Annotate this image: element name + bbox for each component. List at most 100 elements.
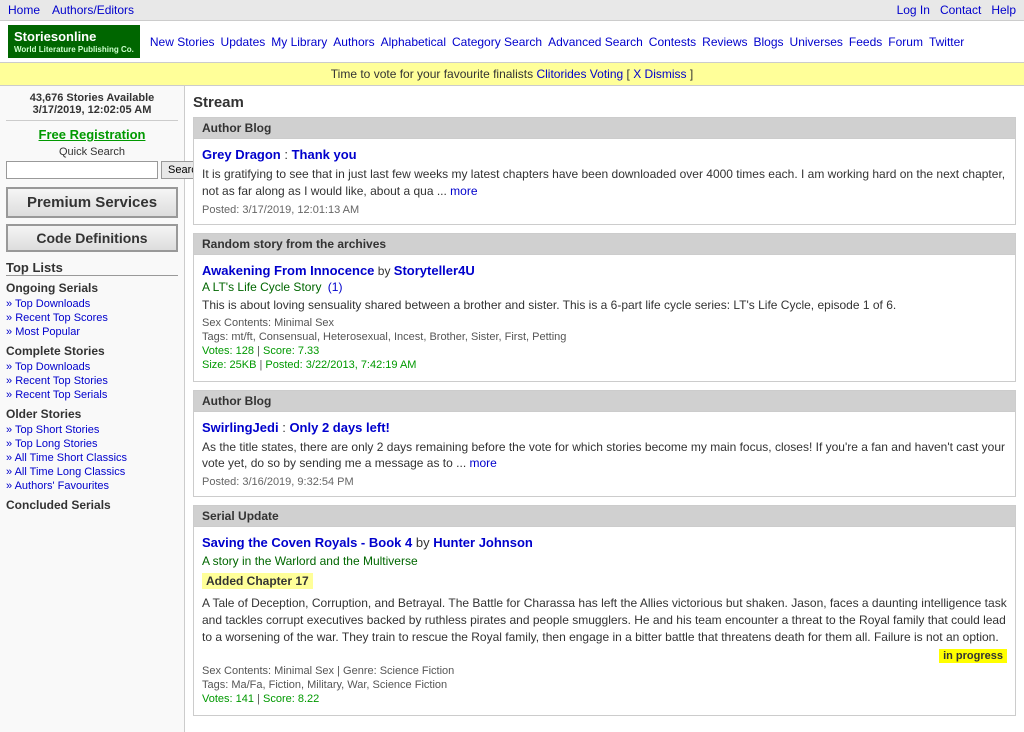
random-story-title-link[interactable]: Awakening From Innocence [202,263,374,278]
random-story-tags: Tags: mt/ft, Consensual, Heterosexual, I… [202,331,1007,343]
nav-reviews[interactable]: Reviews [702,35,747,49]
older-all-time-short[interactable]: All Time Short Classics [6,451,178,465]
complete-recent-top-stories[interactable]: Recent Top Stories [6,374,178,388]
stories-date: 3/17/2019, 12:02:05 AM [6,104,178,116]
code-definitions-button[interactable]: Code Definitions [6,224,178,252]
nav-new-stories[interactable]: New Stories [150,35,215,49]
nav-blogs[interactable]: Blogs [754,35,784,49]
ongoing-most-popular[interactable]: Most Popular [6,325,178,339]
home-link[interactable]: Home [8,3,40,17]
serial-update-header: Serial Update [194,506,1015,527]
ongoing-serials-label: Ongoing Serials [6,281,178,295]
random-story-badge: (1) [328,280,343,294]
sidebar-stats: 43,676 Stories Available 3/17/2019, 12:0… [6,92,178,121]
login-link[interactable]: Log In [897,3,930,17]
clitorides-voting-link[interactable]: Clitorides Voting [536,67,623,81]
random-story-by: by [378,264,394,278]
main-nav: New Stories Updates My Library Authors A… [150,35,1016,49]
author-blog-header-2: Author Blog [194,391,1015,412]
blog-post-link-1[interactable]: Thank you [292,147,357,162]
blog-date-1: Posted: 3/17/2019, 12:01:13 AM [202,204,1007,216]
serial-by: by [416,535,433,550]
announcement-banner: Time to vote for your favourite finalist… [0,63,1024,86]
help-link[interactable]: Help [991,3,1016,17]
nav-twitter[interactable]: Twitter [929,35,964,49]
serial-sex-contents: Sex Contents: Minimal Sex | Genre: Scien… [202,665,1007,677]
random-story-votes-score: Votes: 128 | Score: 7.33 [202,345,1007,357]
blog-more-link-1[interactable]: more [450,184,477,198]
serial-votes-score: Votes: 141 | Score: 8.22 [202,693,1007,705]
nav-feeds[interactable]: Feeds [849,35,882,49]
logo-bar: Storiesonline World Literature Publishin… [0,21,1024,63]
contact-link[interactable]: Contact [940,3,981,17]
serial-update-title-row: Saving the Coven Royals - Book 4 by Hunt… [202,535,1007,550]
serial-update-card: Serial Update Saving the Coven Royals - … [193,505,1016,715]
serial-added-chapter: Added Chapter 17 [202,570,1007,592]
blog-more-link-2[interactable]: more [470,456,497,470]
main-content: Stream Author Blog Grey Dragon : Thank y… [185,86,1024,731]
ongoing-top-downloads[interactable]: Top Downloads [6,297,178,311]
serial-tags: Tags: Ma/Fa, Fiction, Military, War, Sci… [202,679,1007,691]
author-blog-card-2: Author Blog SwirlingJedi : Only 2 days l… [193,390,1016,498]
banner-text: Time to vote for your favourite finalist… [331,67,533,81]
older-top-short[interactable]: Top Short Stories [6,423,178,437]
authors-editors-link[interactable]: Authors/Editors [52,3,134,17]
older-authors-favourites[interactable]: Authors' Favourites [6,479,178,493]
random-story-desc: This is about loving sensuality shared b… [202,297,1007,314]
nav-forum[interactable]: Forum [888,35,923,49]
serial-subtitle: A story in the Warlord and the Multivers… [202,554,1007,568]
random-story-card: Random story from the archives Awakening… [193,233,1016,382]
sidebar: 43,676 Stories Available 3/17/2019, 12:0… [0,86,185,731]
dismiss-link[interactable]: X Dismiss [633,67,686,81]
author-name-link-1[interactable]: Grey Dragon [202,147,281,162]
blog-post-link-2[interactable]: Only 2 days left! [289,420,389,435]
serial-subtitle-link[interactable]: A story in the Warlord and the Multivers… [202,554,418,568]
nav-alphabetical[interactable]: Alphabetical [381,35,446,49]
nav-updates[interactable]: Updates [221,35,266,49]
author-name-link-2[interactable]: SwirlingJedi [202,420,279,435]
author-separator-1: : [284,147,291,162]
added-chapter-badge: Added Chapter 17 [202,573,313,589]
blog-text-2: As the title states, there are only 2 da… [202,439,1007,473]
top-nav: Home Authors/Editors Log In Contact Help [0,0,1024,21]
complete-recent-top-serials[interactable]: Recent Top Serials [6,388,178,402]
free-registration-link[interactable]: Free Registration [6,127,178,142]
logo: Storiesonline World Literature Publishin… [8,25,140,58]
older-top-long[interactable]: Top Long Stories [6,437,178,451]
nav-advanced-search[interactable]: Advanced Search [548,35,643,49]
random-story-subtitle-link[interactable]: A LT's Life Cycle Story [202,280,321,294]
random-story-sex-contents: Sex Contents: Minimal Sex [202,317,1007,329]
author-blog-title-1: Grey Dragon : Thank you [202,147,1007,162]
complete-top-downloads[interactable]: Top Downloads [6,360,178,374]
in-progress-badge: in progress [939,649,1007,663]
author-blog-title-2: SwirlingJedi : Only 2 days left! [202,420,1007,435]
complete-stories-label: Complete Stories [6,344,178,358]
tagline: World Literature Publishing Co. [14,45,134,55]
site-name: Storiesonline [14,29,134,45]
random-story-size-posted: Size: 25KB | Posted: 3/22/2013, 7:42:19 … [202,359,1007,371]
random-story-subtitle: A LT's Life Cycle Story (1) [202,280,1007,294]
random-story-author-link[interactable]: Storyteller4U [394,263,475,278]
stories-count: 43,676 Stories Available [6,92,178,104]
older-all-time-long[interactable]: All Time Long Classics [6,465,178,479]
serial-author-link[interactable]: Hunter Johnson [433,535,533,550]
author-blog-header-1: Author Blog [194,118,1015,139]
serial-desc: A Tale of Deception, Corruption, and Bet… [202,595,1007,645]
older-stories-label: Older Stories [6,407,178,421]
random-story-title-row: Awakening From Innocence by Storyteller4… [202,263,1007,278]
blog-text-1: It is gratifying to see that in just las… [202,166,1007,200]
ongoing-recent-top-scores[interactable]: Recent Top Scores [6,311,178,325]
blog-date-2: Posted: 3/16/2019, 9:32:54 PM [202,476,1007,488]
nav-my-library[interactable]: My Library [271,35,327,49]
premium-services-button[interactable]: Premium Services [6,187,178,218]
search-input[interactable] [6,161,158,179]
nav-contests[interactable]: Contests [649,35,696,49]
nav-authors[interactable]: Authors [333,35,374,49]
quick-search-label: Quick Search [6,146,178,158]
nav-universes[interactable]: Universes [790,35,843,49]
nav-category-search[interactable]: Category Search [452,35,542,49]
serial-update-title-link[interactable]: Saving the Coven Royals - Book 4 [202,535,412,550]
search-row: Search [6,161,178,179]
author-blog-card-1: Author Blog Grey Dragon : Thank you It i… [193,117,1016,225]
top-lists-title: Top Lists [6,260,178,276]
